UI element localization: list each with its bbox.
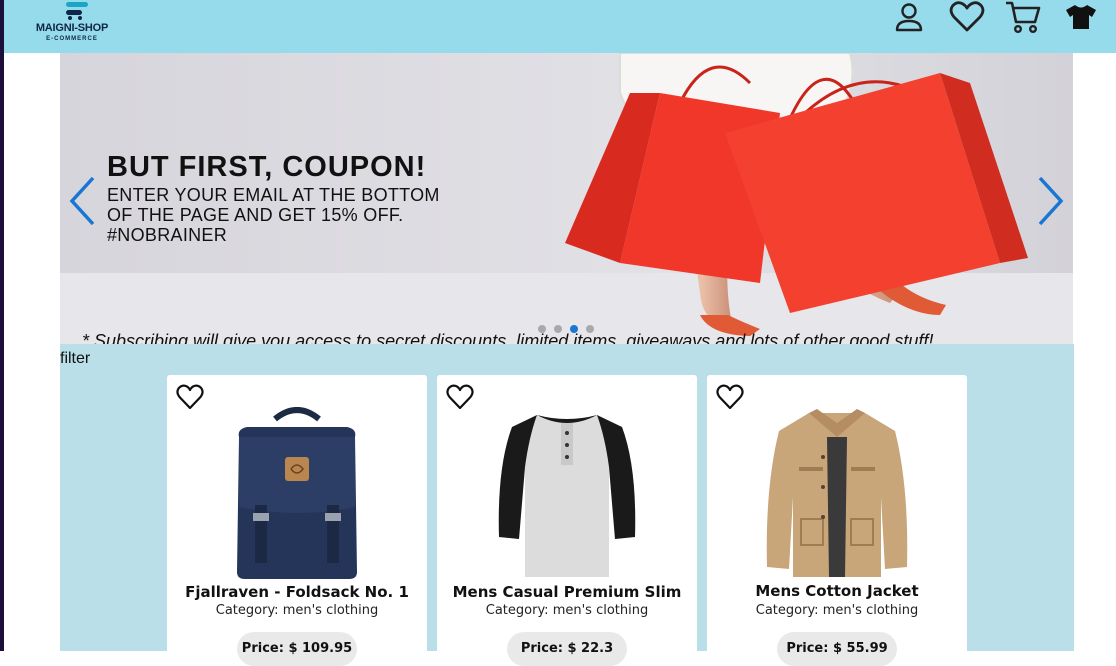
henley-shirt-image	[498, 415, 636, 577]
brand-tagline: E-COMMERCE	[46, 36, 98, 42]
navbar: MAIGNI-SHOP E-COMMERCE	[4, 0, 1116, 53]
product-price-button[interactable]: Price: $ 22.3	[507, 632, 627, 666]
product-category: Category: men's clothing	[215, 603, 379, 618]
product-card[interactable]: Fjallraven - Foldsack No. 1 Category: me…	[167, 375, 427, 666]
banner-line-1: ENTER YOUR EMAIL AT THE BOTTOM	[107, 185, 440, 205]
product-price-button[interactable]: Price: $ 109.95	[237, 632, 357, 666]
product-title[interactable]: Mens Casual Premium Slim	[437, 583, 697, 601]
clothing-category-button[interactable]	[1064, 0, 1098, 34]
product-category: Category: men's clothing	[755, 603, 919, 618]
product-price-button[interactable]: Price: $ 55.99	[777, 632, 897, 666]
backpack-image	[237, 407, 357, 579]
banner-footnote: * Subscribing will give you access to se…	[82, 331, 934, 344]
brand-name: MAIGNI-SHOP	[35, 22, 109, 34]
logo-mark-icon	[66, 2, 88, 20]
product-title[interactable]: Mens Cotton Jacket	[707, 582, 967, 600]
product-card[interactable]: Mens Casual Premium Slim Category: men's…	[437, 375, 697, 666]
wishlist-button[interactable]	[948, 0, 986, 34]
user-icon	[895, 3, 923, 32]
carousel-dot-active[interactable]	[570, 325, 578, 333]
cart-button[interactable]	[1004, 0, 1042, 34]
carousel-next-button[interactable]	[1033, 175, 1067, 227]
banner-line-2: OF THE PAGE AND GET 15% OFF.	[107, 205, 404, 225]
banner-line-3: #NOBRAINER	[107, 225, 228, 245]
favorite-heart-icon[interactable]	[716, 383, 744, 411]
chevron-right-icon	[1038, 176, 1064, 226]
carousel-dot[interactable]	[554, 325, 562, 333]
product-category: Category: men's clothing	[485, 603, 649, 618]
cart-icon	[1006, 1, 1041, 34]
account-button[interactable]	[892, 0, 926, 34]
filter-toggle[interactable]: filter	[60, 350, 90, 368]
brand-logo[interactable]: MAIGNI-SHOP E-COMMERCE	[26, 0, 126, 46]
banner-title: BUT FIRST, COUPON!	[107, 151, 427, 183]
jacket-image	[766, 409, 908, 577]
product-title[interactable]: Fjallraven - Foldsack No. 1	[167, 583, 427, 601]
window-edge	[0, 0, 4, 651]
carousel-dot[interactable]	[538, 325, 546, 333]
carousel-dot[interactable]	[586, 325, 594, 333]
favorite-heart-icon[interactable]	[446, 383, 474, 411]
chevron-left-icon	[69, 176, 95, 226]
heart-icon	[949, 1, 985, 32]
favorite-heart-icon[interactable]	[176, 383, 204, 411]
promo-carousel: BUT FIRST, COUPON! ENTER YOUR EMAIL AT T…	[60, 53, 1073, 344]
product-catalog: filter Fjallraven - Foldsack No. 1 Categ…	[60, 344, 1074, 666]
carousel-prev-button[interactable]	[66, 175, 100, 227]
product-card[interactable]: Mens Cotton Jacket Category: men's cloth…	[707, 375, 967, 666]
carousel-indicators	[538, 325, 594, 333]
tshirt-icon	[1066, 5, 1096, 29]
